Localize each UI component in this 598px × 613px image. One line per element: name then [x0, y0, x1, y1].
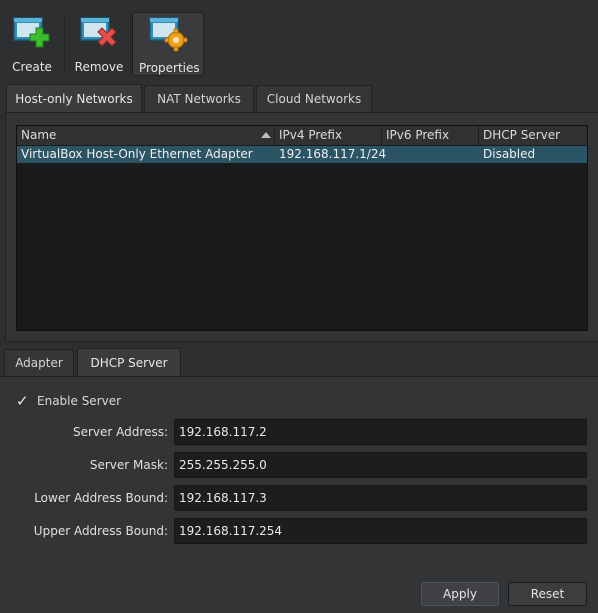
create-button[interactable]: Create	[6, 12, 58, 76]
reset-button[interactable]: Reset	[508, 582, 587, 606]
toolbar-separator	[130, 14, 131, 74]
column-header-name[interactable]: Name	[17, 126, 275, 146]
remove-label: Remove	[74, 60, 124, 74]
properties-button[interactable]: Properties	[132, 12, 204, 76]
tab-dhcp-server[interactable]: DHCP Server	[77, 348, 181, 377]
tab-label: NAT Networks	[157, 92, 241, 106]
tab-label: DHCP Server	[90, 356, 168, 370]
column-header-dhcp[interactable]: DHCP Server	[479, 126, 587, 146]
tab-label: Cloud Networks	[266, 92, 362, 106]
toolbar-separator	[64, 14, 65, 74]
cell-ipv4: 192.168.117.1/24	[279, 147, 387, 161]
create-network-icon	[13, 17, 50, 48]
column-header-ipv4[interactable]: IPv4 Prefix	[275, 126, 382, 146]
upper-address-bound-label: Upper Address Bound:	[33, 524, 168, 538]
server-mask-label: Server Mask:	[89, 458, 168, 472]
dhcp-server-panel: ✓ Enable Server Server Address: 192.168.…	[0, 376, 598, 613]
table-header: Name IPv4 Prefix IPv6 Prefix DHCP Server	[17, 126, 587, 146]
lower-address-bound-label: Lower Address Bound:	[34, 491, 168, 505]
networks-table: Name IPv4 Prefix IPv6 Prefix DHCP Server…	[16, 125, 588, 331]
tab-label: Host-only Networks	[15, 91, 133, 106]
host-only-networks-panel: Name IPv4 Prefix IPv6 Prefix DHCP Server…	[5, 112, 598, 342]
enable-server-checkbox[interactable]: ✓ Enable Server	[16, 393, 121, 409]
apply-button[interactable]: Apply	[421, 582, 499, 606]
cell-dhcp: Disabled	[483, 147, 536, 161]
column-header-label: DHCP Server	[483, 128, 561, 142]
tab-host-only-networks[interactable]: Host-only Networks	[6, 84, 142, 112]
remove-button[interactable]: Remove	[70, 12, 128, 76]
cell-name: VirtualBox Host-Only Ethernet Adapter	[21, 147, 253, 161]
server-mask-field[interactable]: 255.255.255.0	[174, 452, 587, 478]
upper-address-bound-field[interactable]: 192.168.117.254	[174, 518, 587, 544]
column-header-label: Name	[21, 128, 57, 142]
properties-label: Properties	[139, 61, 200, 75]
network-properties-icon	[149, 17, 188, 52]
toolbar: Create Remove Properties	[0, 0, 598, 80]
remove-network-icon	[80, 17, 117, 47]
checkmark-icon: ✓	[16, 392, 29, 410]
column-header-label: IPv4 Prefix	[279, 128, 343, 142]
tab-cloud-networks[interactable]: Cloud Networks	[256, 85, 372, 112]
tab-label: Adapter	[15, 356, 63, 370]
table-row[interactable]: VirtualBox Host-Only Ethernet Adapter 19…	[17, 146, 587, 163]
column-header-label: IPv6 Prefix	[386, 128, 450, 142]
tab-adapter[interactable]: Adapter	[4, 349, 74, 376]
tab-nat-networks[interactable]: NAT Networks	[144, 85, 254, 112]
lower-address-bound-field[interactable]: 192.168.117.3	[174, 485, 587, 511]
sort-ascending-icon	[261, 132, 271, 138]
server-address-label: Server Address:	[73, 425, 168, 439]
column-header-ipv6[interactable]: IPv6 Prefix	[382, 126, 479, 146]
enable-server-label: Enable Server	[37, 394, 122, 408]
cell-ipv6	[382, 146, 479, 163]
create-label: Create	[12, 60, 52, 74]
server-address-field[interactable]: 192.168.117.2	[174, 419, 587, 445]
